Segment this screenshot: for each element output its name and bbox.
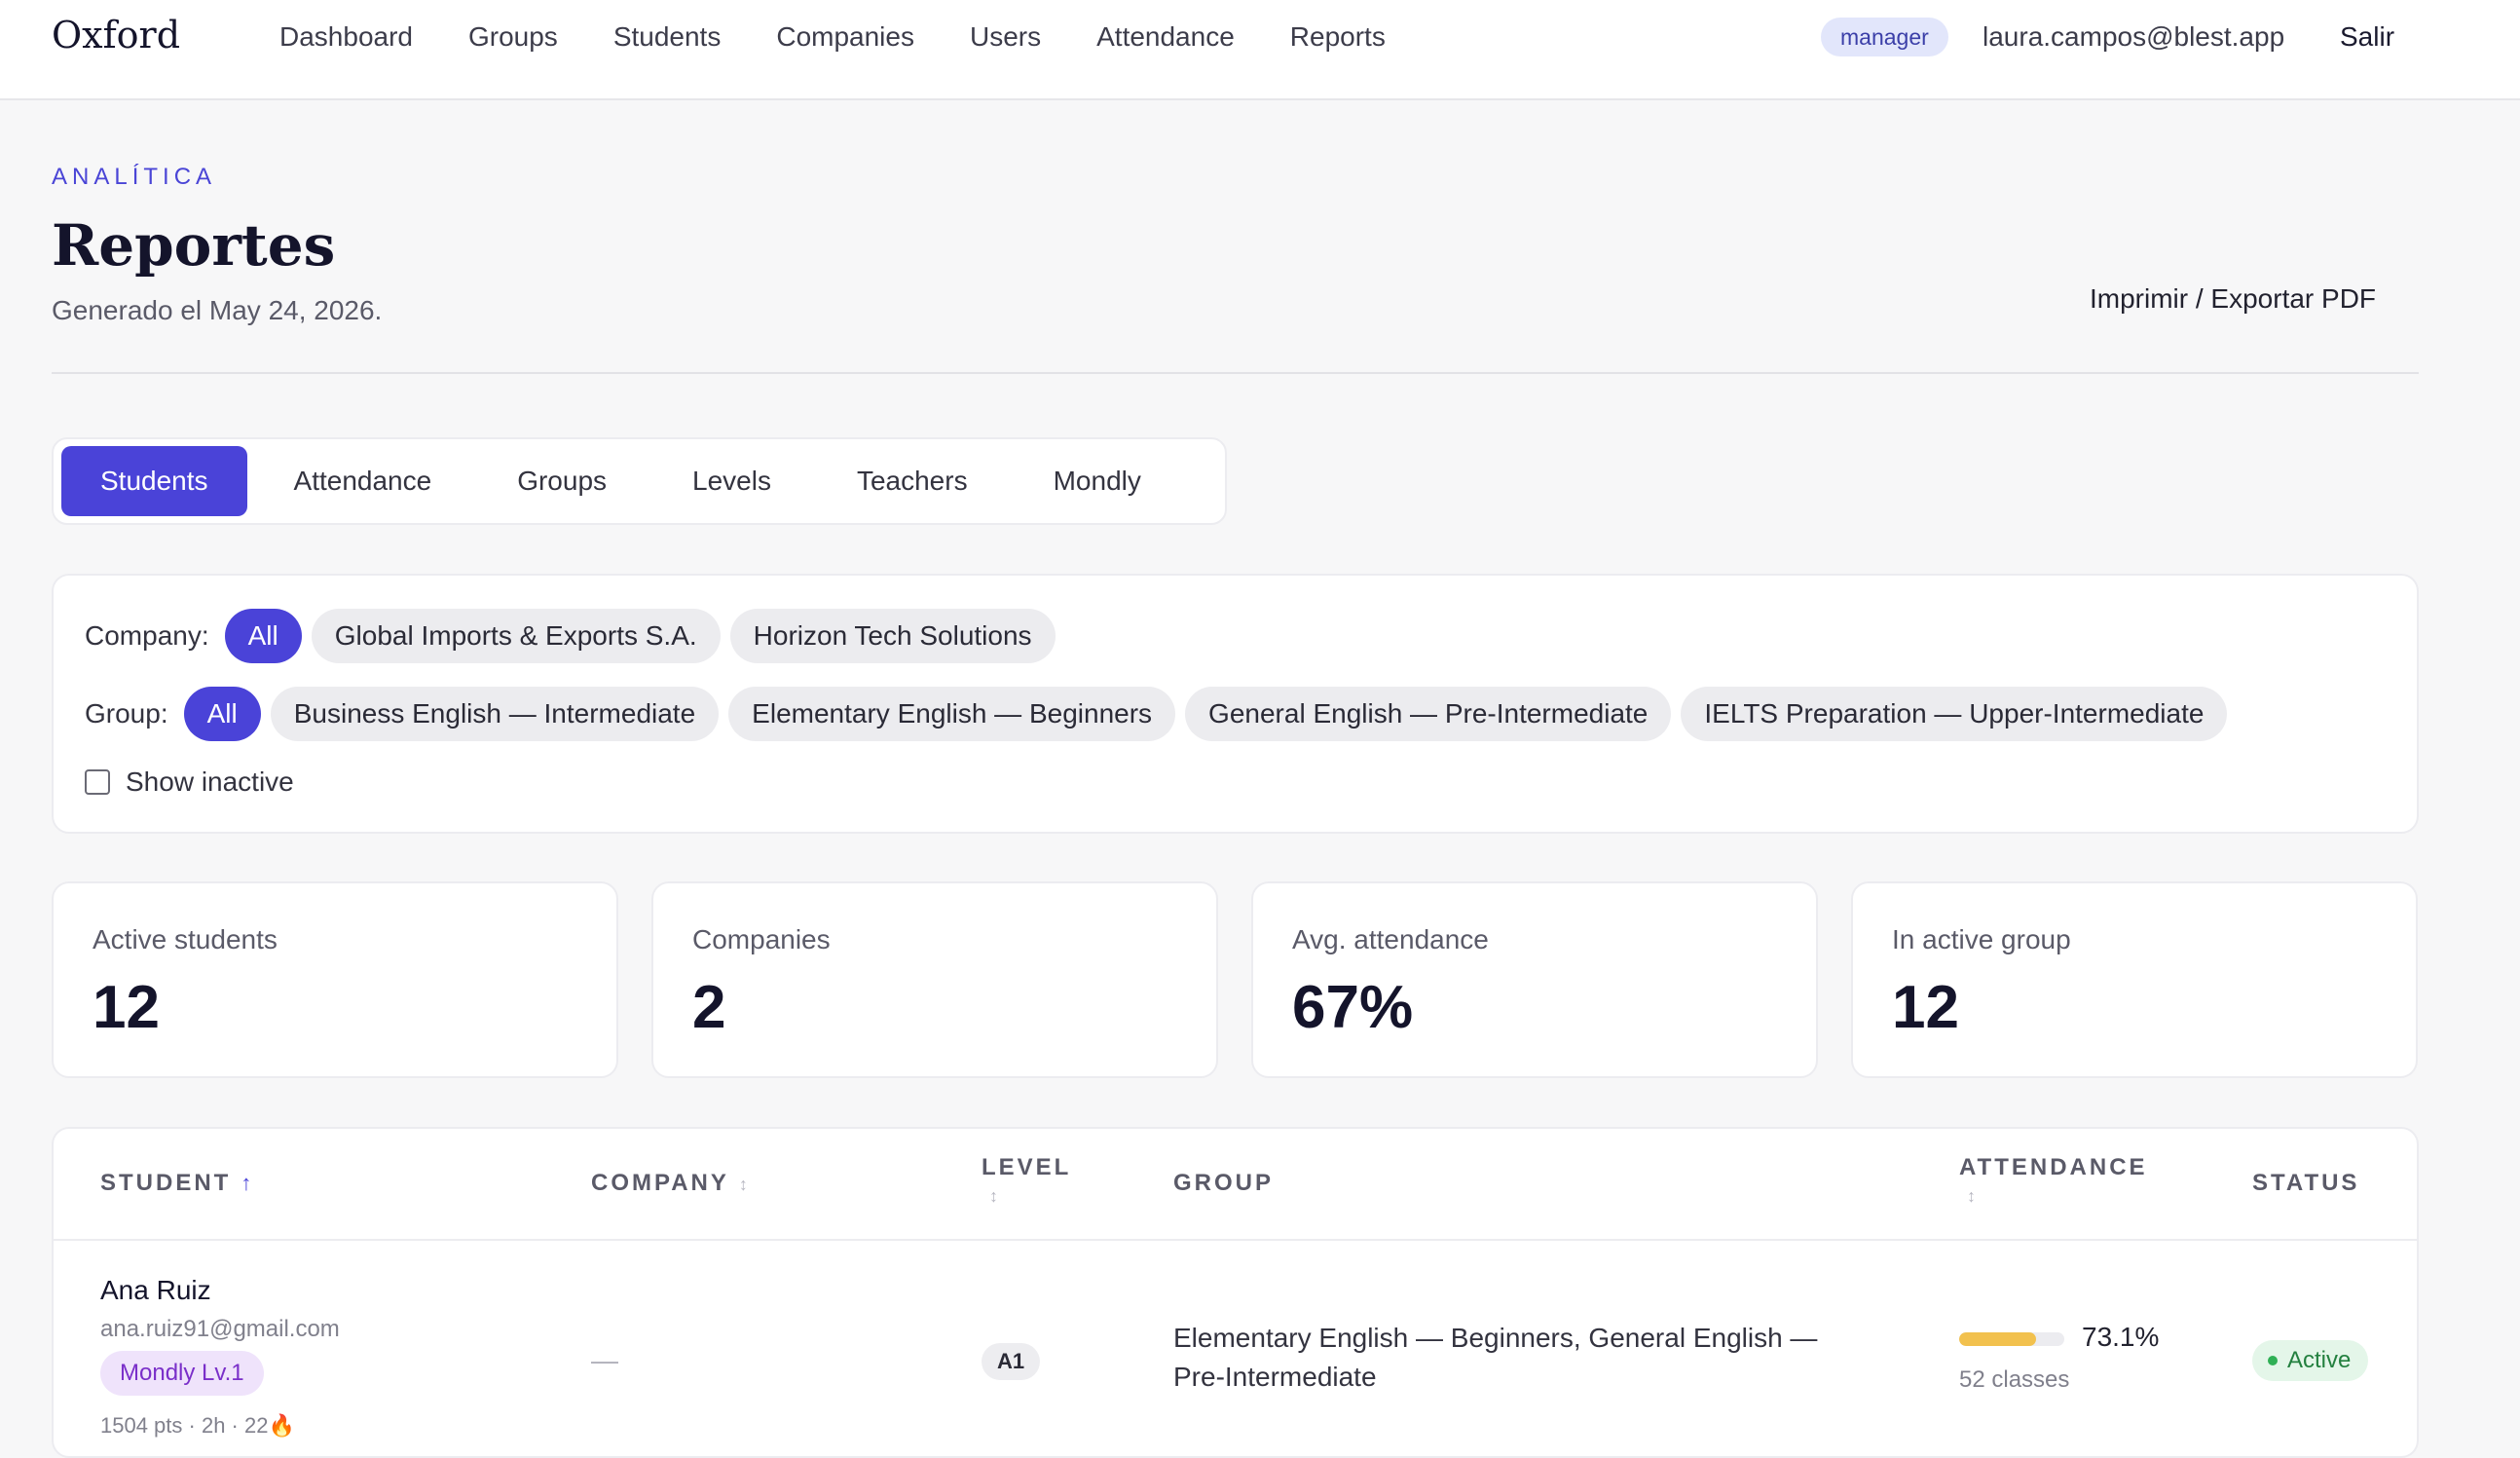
tab-attendance[interactable]: Attendance <box>255 446 471 516</box>
status-label: Active <box>2287 1347 2352 1373</box>
stat-value: 67% <box>1292 974 1414 1041</box>
column-header-label: ATTENDANCE <box>1959 1154 2148 1180</box>
nav-link-companies[interactable]: Companies <box>776 19 914 55</box>
page-title: Reportes <box>52 212 336 279</box>
tab-levels[interactable]: Levels <box>653 446 810 516</box>
stat-value: 12 <box>1892 974 1959 1041</box>
nav-link-groups[interactable]: Groups <box>468 19 558 55</box>
nav-link-attendance[interactable]: Attendance <box>1096 19 1235 55</box>
logout-link[interactable]: Salir <box>2340 19 2394 55</box>
column-header-label: LEVEL <box>982 1154 1072 1180</box>
brand-logo[interactable]: Oxford <box>52 14 180 56</box>
tab-groups[interactable]: Groups <box>478 446 646 516</box>
show-inactive-row: Show inactive <box>85 766 294 798</box>
show-inactive-checkbox[interactable] <box>85 769 110 795</box>
nav-links: Dashboard Groups Students Companies User… <box>279 19 1441 55</box>
status-badge: Active <box>2252 1340 2369 1381</box>
header-divider <box>52 372 2419 374</box>
user-email: laura.campos@blest.app <box>1983 21 2285 52</box>
nav-link-users[interactable]: Users <box>970 19 1041 55</box>
top-navbar: Oxford Dashboard Groups Students Compani… <box>0 0 2520 100</box>
group-chip-business-english[interactable]: Business English — Intermediate <box>270 687 720 741</box>
report-tabs: Students Attendance Groups Levels Teache… <box>52 437 1227 525</box>
attendance-progress-fill <box>1959 1332 2036 1346</box>
level-badge: A1 <box>982 1343 1041 1380</box>
section-eyebrow: ANALÍTICA <box>52 164 217 190</box>
column-header-label: STUDENT <box>100 1170 232 1196</box>
stat-card-companies: Companies 2 <box>651 881 1218 1078</box>
column-header-status: STATUS <box>2252 1170 2360 1196</box>
mondly-level-badge: Mondly Lv.1 <box>100 1351 264 1396</box>
print-export-button[interactable]: Imprimir / Exportar PDF <box>2090 280 2376 318</box>
generated-date: Generado el May 24, 2026. <box>52 295 383 325</box>
nav-link-dashboard[interactable]: Dashboard <box>279 19 413 55</box>
sort-icon: ↕ <box>1967 1186 1976 1206</box>
nav-link-reports[interactable]: Reports <box>1290 19 1386 55</box>
sort-icon: ↕ <box>989 1186 998 1206</box>
column-header-attendance[interactable]: ATTENDANCE ↕ <box>1959 1154 2148 1209</box>
group-chip-all[interactable]: All <box>183 687 261 741</box>
attendance-progress-bar <box>1959 1332 2064 1346</box>
company-chip-global-imports[interactable]: Global Imports & Exports S.A. <box>311 609 721 663</box>
sort-icon: ↕ <box>738 1175 748 1194</box>
company-chip-horizon-tech[interactable]: Horizon Tech Solutions <box>729 609 1056 663</box>
group-chip-ielts-preparation[interactable]: IELTS Preparation — Upper-Intermediate <box>1681 687 2228 741</box>
stat-label: Active students <box>93 924 278 954</box>
tab-teachers[interactable]: Teachers <box>818 446 1007 516</box>
stat-card-in-active-group: In active group 12 <box>1851 881 2418 1078</box>
group-chip-elementary-english[interactable]: Elementary English — Beginners <box>728 687 1176 741</box>
company-chip-all[interactable]: All <box>224 609 302 663</box>
students-table: STUDENT ↑ COMPANY ↕ LEVEL ↕ GROUP ATTENDAN… <box>52 1127 2419 1458</box>
group-cell: Elementary English — Beginners, General … <box>1173 1323 1818 1392</box>
attendance-classes: 52 classes <box>1959 1366 2070 1393</box>
student-name[interactable]: Ana Ruiz <box>100 1275 211 1306</box>
stat-value: 2 <box>692 974 726 1041</box>
table-header-divider <box>54 1239 2417 1241</box>
group-chip-general-english[interactable]: General English — Pre-Intermediate <box>1185 687 1672 741</box>
attendance-percent: 73.1% <box>2082 1322 2160 1352</box>
column-header-student[interactable]: STUDENT ↑ <box>100 1170 251 1197</box>
group-filter-row: Group: All Business English — Intermedia… <box>85 687 2237 741</box>
student-email: ana.ruiz91@gmail.com <box>100 1316 340 1342</box>
company-filter-label: Company: <box>85 620 209 651</box>
stat-card-avg-attendance: Avg. attendance 67% <box>1251 881 1818 1078</box>
company-cell: — <box>591 1345 618 1375</box>
stat-label: Companies <box>692 924 831 954</box>
tab-mondly[interactable]: Mondly <box>1015 446 1180 516</box>
stat-card-active-students: Active students 12 <box>52 881 618 1078</box>
show-inactive-label[interactable]: Show inactive <box>126 766 294 798</box>
nav-link-students[interactable]: Students <box>613 19 722 55</box>
group-filter-label: Group: <box>85 698 168 729</box>
filters-panel: Company: All Global Imports & Exports S.… <box>52 574 2419 834</box>
student-mondly-stats: 1504 pts · 2h · 22🔥 <box>100 1413 295 1438</box>
column-header-label: COMPANY <box>591 1170 729 1196</box>
sort-asc-icon: ↑ <box>241 1171 252 1195</box>
stat-label: In active group <box>1892 924 2071 954</box>
stat-label: Avg. attendance <box>1292 924 1489 954</box>
role-badge: manager <box>1821 18 1948 56</box>
company-filter-row: Company: All Global Imports & Exports S.… <box>85 609 1065 663</box>
stat-value: 12 <box>93 974 160 1041</box>
column-header-group: GROUP <box>1173 1170 1275 1196</box>
tab-students[interactable]: Students <box>61 446 247 516</box>
status-dot-icon <box>2268 1356 2278 1365</box>
column-header-company[interactable]: COMPANY ↕ <box>591 1170 748 1197</box>
column-header-level[interactable]: LEVEL ↕ <box>982 1154 1071 1209</box>
